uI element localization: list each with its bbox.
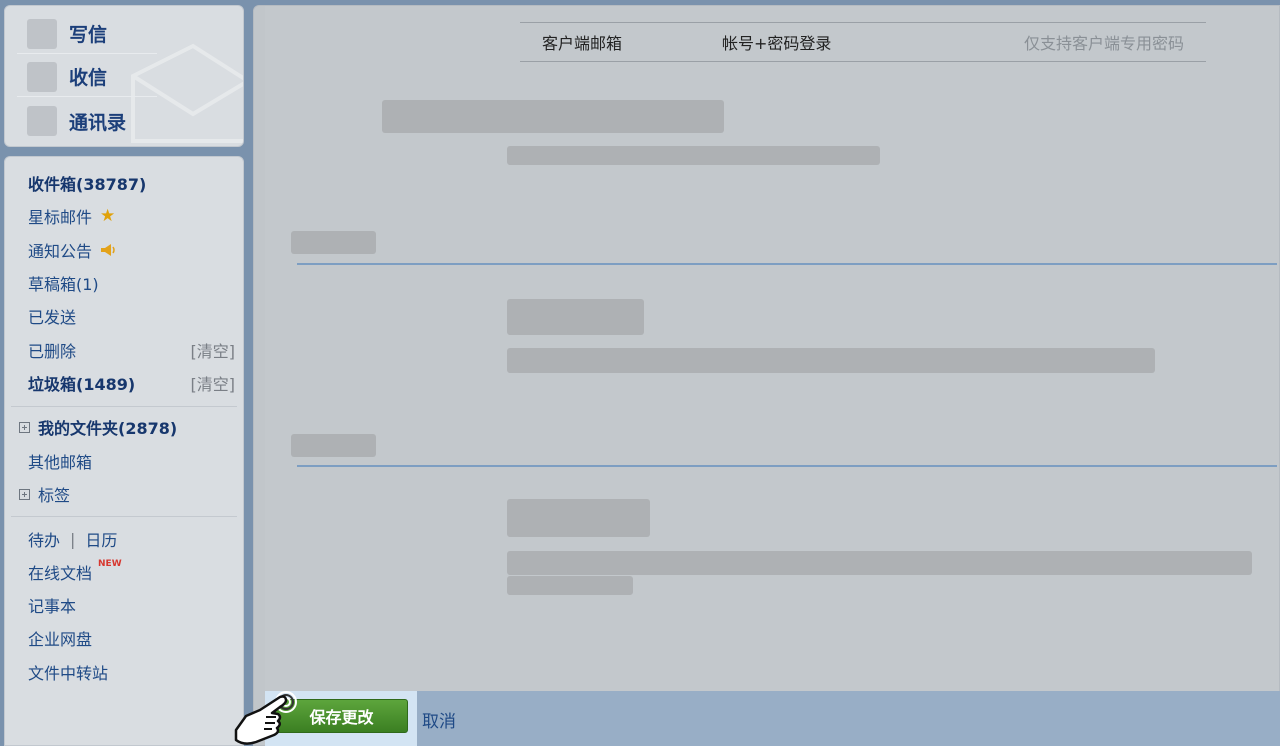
folder-notices[interactable]: 通知公告 [28,237,235,263]
compose-icon [27,18,57,49]
contacts-button[interactable]: 通讯录 [17,101,157,141]
folder-drafts-label: 草稿箱(1) [28,275,99,294]
expand-icon[interactable] [19,421,30,433]
section-heading-placeholder [291,434,376,457]
contacts-label: 通讯录 [69,111,127,134]
compose-label: 写信 [69,24,108,46]
folder-spam[interactable]: 垃圾箱(1489) [清空] [28,370,235,396]
folder-sent-label: 已发送 [28,308,77,327]
section-divider [297,263,1277,265]
placeholder-block [507,551,1252,575]
folder-starred-label: 星标邮件 [28,208,93,227]
expand-icon[interactable] [19,488,30,500]
folder-starred[interactable]: 星标邮件 ★ [28,203,235,229]
contacts-icon [27,106,57,136]
folder-notices-label: 通知公告 [28,242,93,261]
megaphone-icon [101,244,115,256]
folder-inbox[interactable]: 收件箱(38787) [28,170,235,196]
placeholder-block [507,146,880,165]
star-icon: ★ [100,206,116,226]
folder-my-folders-label: 我的文件夹(2878) [38,419,178,438]
divider [11,516,237,517]
cancel-link[interactable]: 取消 [422,707,456,732]
spam-clear-link[interactable]: [清空] [191,371,236,395]
deleted-clear-link[interactable]: [清空] [191,338,236,362]
notebook-label: 记事本 [28,597,77,616]
divider [11,406,237,407]
pointer-hand-icon [234,691,297,745]
receive-label: 收信 [69,67,108,89]
table-cell-password-note: 仅支持客户端专用密码 [1023,34,1184,53]
online-docs-label: 在线文档 [28,564,93,583]
receive-button[interactable]: 收信 [17,57,157,97]
table-cell-client: 客户端邮箱 [542,34,623,53]
folder-other-mailboxes[interactable]: 其他邮箱 [28,448,235,474]
pipe-separator: | [70,529,76,549]
todo-calendar-row: 待办 | 日历 [28,526,235,552]
notebook-link[interactable]: 记事本 [28,592,235,618]
folder-deleted[interactable]: 已删除 [清空] [28,337,235,363]
enterprise-disk-link[interactable]: 企业网盘 [28,625,235,651]
compose-button[interactable]: 写信 [17,14,157,54]
placeholder-block [507,499,650,537]
folder-panel: 收件箱(38787) 星标邮件 ★ 通知公告 草稿箱(1) 已发送 已删除 [清… [4,156,244,746]
todo-link[interactable]: 待办 [28,527,60,551]
action-bar: 保存更改 取消 [265,691,1280,746]
settings-panel: 客户端邮箱 帐号+密码登录 仅支持客户端专用密码 [265,6,1279,692]
folder-drafts[interactable]: 草稿箱(1) [28,270,235,296]
folder-inbox-label: 收件箱(38787) [28,175,147,194]
table-cell-login-method: 帐号+密码登录 [722,34,832,53]
calendar-link[interactable]: 日历 [85,527,117,551]
placeholder-block [382,100,724,133]
folder-deleted-label: 已删除 [28,342,77,361]
folder-tags-label: 标签 [38,486,71,505]
enterprise-disk-label: 企业网盘 [28,630,93,649]
file-transfer-label: 文件中转站 [28,664,109,683]
placeholder-block [507,576,633,595]
placeholder-block [507,299,644,335]
folder-my-folders[interactable]: 我的文件夹(2878) [19,414,235,440]
folder-other-mailboxes-label: 其他邮箱 [28,453,93,472]
section-heading-placeholder [291,231,376,254]
new-badge: NEW [98,559,122,569]
client-login-table: 客户端邮箱 帐号+密码登录 仅支持客户端专用密码 [520,22,1206,62]
file-transfer-link[interactable]: 文件中转站 [28,659,235,685]
receive-icon [27,61,57,92]
folder-tags[interactable]: 标签 [19,481,235,507]
compose-panel: 写信 收信 通讯录 [4,5,244,147]
section-divider [297,465,1277,467]
placeholder-block [507,348,1155,373]
folder-spam-label: 垃圾箱(1489) [28,375,136,394]
main-content: 客户端邮箱 帐号+密码登录 仅支持客户端专用密码 [253,5,1280,746]
online-docs-link[interactable]: 在线文档 NEW [28,559,235,585]
folder-sent[interactable]: 已发送 [28,303,235,329]
